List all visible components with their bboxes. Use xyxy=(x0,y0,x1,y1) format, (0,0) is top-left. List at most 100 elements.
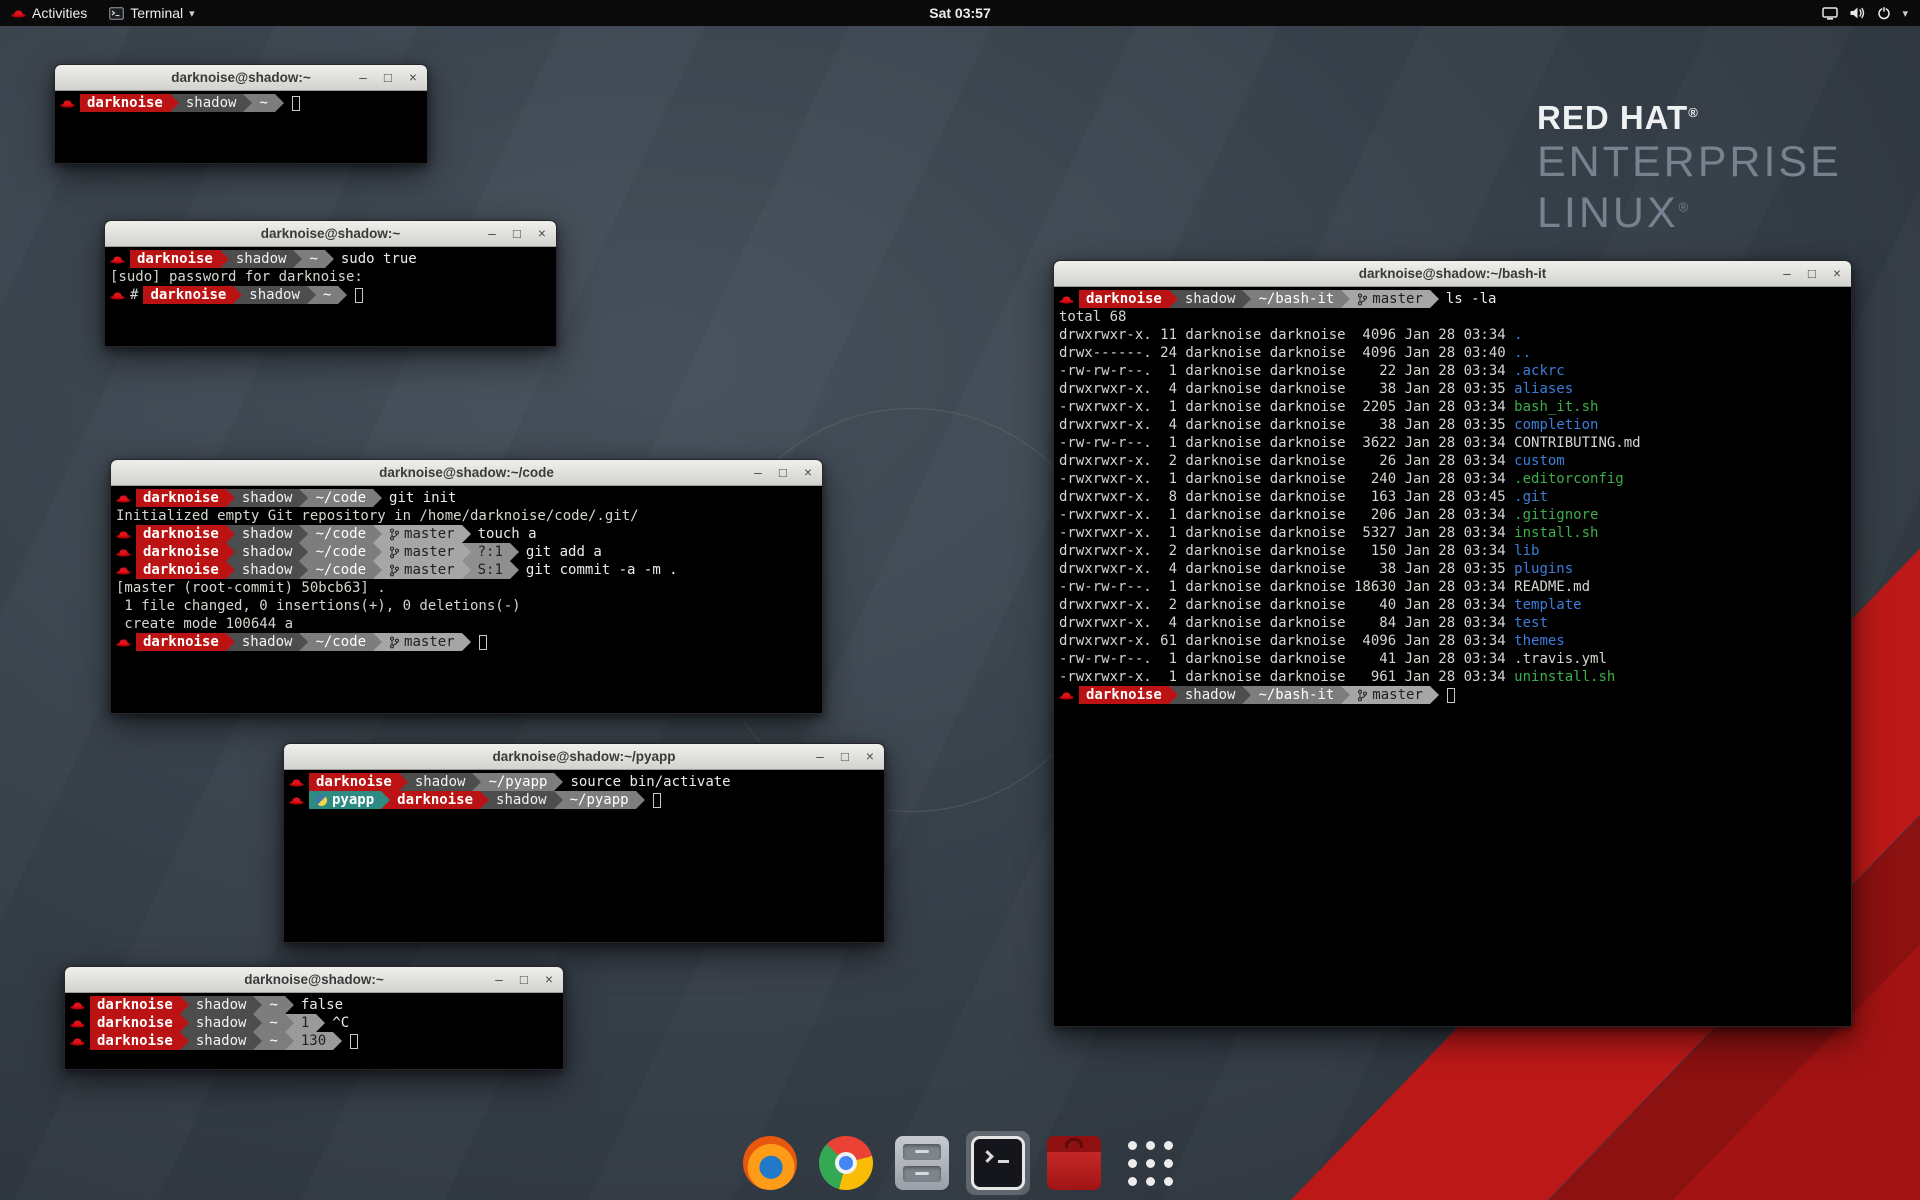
powerline-separator xyxy=(1242,290,1251,308)
close-button[interactable]: × xyxy=(535,227,549,241)
redhat-icon xyxy=(1059,294,1074,304)
window-titlebar[interactable]: darknoise@shadow:~/pyapp–□× xyxy=(284,744,884,770)
firefox-icon xyxy=(743,1136,797,1190)
grid-dot xyxy=(1128,1177,1137,1186)
power-icon[interactable] xyxy=(1877,6,1891,20)
maximize-button[interactable]: □ xyxy=(381,71,395,85)
ls-output-line: -rwxrwxr-x. 1 darknoise darknoise 961 Ja… xyxy=(1059,668,1846,686)
volume-icon[interactable] xyxy=(1849,6,1866,20)
redhat-icon xyxy=(70,1036,85,1046)
window-titlebar[interactable]: darknoise@shadow:~–□× xyxy=(65,967,563,993)
close-button[interactable]: × xyxy=(542,973,556,987)
maximize-button[interactable]: □ xyxy=(776,466,790,480)
file-meta: drwxrwxr-x. 2 darknoise darknoise 150 Ja… xyxy=(1059,542,1514,560)
path-segment: ~/code xyxy=(308,525,373,543)
display-icon[interactable] xyxy=(1822,6,1838,20)
window-title: darknoise@shadow:~/code xyxy=(379,465,554,480)
user-segment: darknoise xyxy=(136,489,226,507)
user-segment: darknoise xyxy=(136,633,226,651)
terminal-launcher[interactable] xyxy=(966,1131,1030,1195)
terminal-content[interactable]: darknoiseshadow~sudo true[sudo] password… xyxy=(105,247,556,307)
firefox-launcher[interactable] xyxy=(738,1131,802,1195)
activities-button[interactable]: Activities xyxy=(0,0,98,26)
git-segment: master xyxy=(382,525,462,543)
git-segment: master xyxy=(382,633,462,651)
top-bar: Activities Terminal ▾ Sat 03:57 ▾ xyxy=(0,0,1920,26)
user-segment: darknoise xyxy=(390,791,480,809)
grid-dot xyxy=(1146,1177,1155,1186)
window-titlebar[interactable]: darknoise@shadow:~–□× xyxy=(105,221,556,247)
powerline-separator xyxy=(636,791,645,809)
powerline-separator xyxy=(226,489,235,507)
grid-dot xyxy=(1128,1159,1137,1168)
file-meta: drwxrwxr-x. 4 darknoise darknoise 38 Jan… xyxy=(1059,560,1514,578)
files-launcher[interactable] xyxy=(890,1131,954,1195)
window-controls: –□ × xyxy=(356,65,420,90)
system-status-area[interactable]: ▾ xyxy=(1822,0,1920,26)
grid-launcher[interactable] xyxy=(1118,1131,1182,1195)
window-titlebar[interactable]: darknoise@shadow:~/code –□ × xyxy=(111,460,822,486)
powerline-separator xyxy=(220,250,229,268)
file-meta: -rwxrwxr-x. 1 darknoise darknoise 206 Ja… xyxy=(1059,506,1514,524)
chrome-hub xyxy=(835,1152,857,1174)
output-text: [sudo] password for darknoise: xyxy=(110,268,371,286)
powerline-separator xyxy=(373,525,382,543)
terminal-content[interactable]: darknoiseshadow~falsedarknoiseshadow~1^C… xyxy=(65,993,563,1053)
host-segment: shadow xyxy=(235,561,300,579)
dock xyxy=(738,1131,1182,1195)
close-button[interactable]: × xyxy=(863,750,877,764)
user-segment: darknoise xyxy=(80,94,170,112)
maximize-button[interactable]: □ xyxy=(1805,267,1819,281)
maximize-button[interactable]: □ xyxy=(517,973,531,987)
status-segment: ?:1 xyxy=(471,543,510,561)
file-name: .travis.yml xyxy=(1514,650,1607,668)
redhat-icon xyxy=(11,8,26,18)
file-name: README.md xyxy=(1514,578,1590,596)
window-titlebar[interactable]: darknoise@shadow:~ –□ × xyxy=(55,65,427,91)
path-segment: ~/bash-it xyxy=(1251,686,1341,704)
terminal-content[interactable]: darknoiseshadow~/bash-itmasterls -latota… xyxy=(1054,287,1851,707)
maximize-button[interactable]: □ xyxy=(838,750,852,764)
output-text: Initialized empty Git repository in /hom… xyxy=(116,507,639,525)
minimize-button[interactable]: – xyxy=(492,973,506,987)
host-segment: shadow xyxy=(489,791,554,809)
path-segment: ~ xyxy=(302,250,324,268)
clock[interactable]: Sat 03:57 xyxy=(929,5,990,21)
terminal-content[interactable]: darknoiseshadow~/codegit initInitialized… xyxy=(111,486,822,654)
close-button[interactable]: × xyxy=(406,71,420,85)
root-indicator: # xyxy=(130,286,138,304)
file-name: completion xyxy=(1514,416,1598,434)
ls-output-line: -rwxrwxr-x. 1 darknoise darknoise 240 Ja… xyxy=(1059,470,1846,488)
powerline-separator xyxy=(233,286,242,304)
path-segment: ~/pyapp xyxy=(481,773,554,791)
close-button[interactable]: × xyxy=(1830,267,1844,281)
window-titlebar[interactable]: darknoise@shadow:~/bash-it–□× xyxy=(1054,261,1851,287)
app-menu-terminal[interactable]: Terminal ▾ xyxy=(98,0,205,26)
window-controls: –□ × xyxy=(751,460,815,485)
chevron-down-icon[interactable]: ▾ xyxy=(1902,7,1908,20)
minimize-button[interactable]: – xyxy=(813,750,827,764)
powerline-separator xyxy=(299,525,308,543)
prompt-caret xyxy=(981,1150,994,1163)
powerline-separator xyxy=(462,525,471,543)
ls-output-line: -rwxrwxr-x. 1 darknoise darknoise 206 Ja… xyxy=(1059,506,1846,524)
ls-output-line: -rw-rw-r--. 1 darknoise darknoise 18630 … xyxy=(1059,578,1846,596)
toolbox-launcher[interactable] xyxy=(1042,1131,1106,1195)
grid-dot xyxy=(1164,1141,1173,1150)
file-meta: -rwxrwxr-x. 1 darknoise darknoise 961 Ja… xyxy=(1059,668,1514,686)
minimize-button[interactable]: – xyxy=(751,466,765,480)
minimize-button[interactable]: – xyxy=(485,227,499,241)
ls-output-line: -rw-rw-r--. 1 darknoise darknoise 3622 J… xyxy=(1059,434,1846,452)
maximize-button[interactable]: □ xyxy=(510,227,524,241)
host-segment: shadow xyxy=(1178,290,1243,308)
close-button[interactable]: × xyxy=(801,466,815,480)
minimize-button[interactable]: – xyxy=(1780,267,1794,281)
window-title: darknoise@shadow:~ xyxy=(171,70,311,85)
file-name: .ackrc xyxy=(1514,362,1565,380)
minimize-button[interactable]: – xyxy=(356,71,370,85)
path-segment: ~ xyxy=(252,94,274,112)
chrome-launcher[interactable] xyxy=(814,1131,878,1195)
file-name: .gitignore xyxy=(1514,506,1598,524)
terminal-content[interactable]: darknoiseshadow~/pyappsource bin/activat… xyxy=(284,770,884,812)
terminal-content[interactable]: darknoiseshadow~ xyxy=(55,91,427,115)
